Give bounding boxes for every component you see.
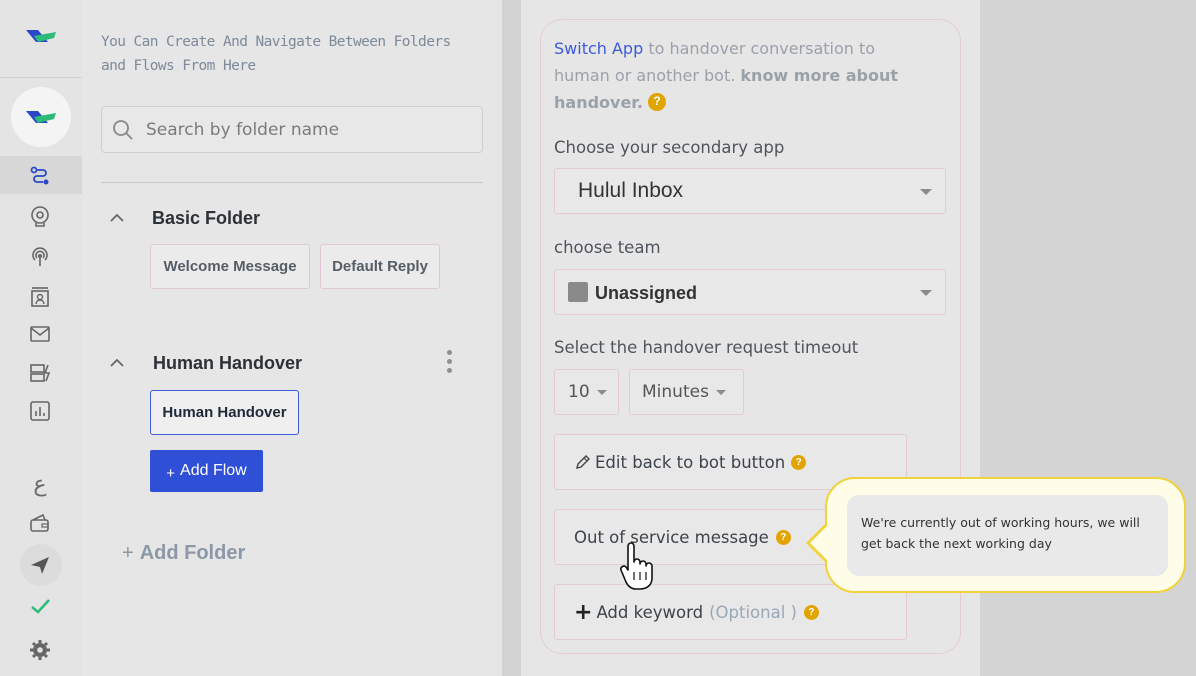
check-icon[interactable] [26, 592, 54, 620]
help-icon[interactable]: ? [803, 604, 819, 620]
secondary-app-select[interactable]: Hulul Inbox [554, 168, 946, 214]
team-select[interactable]: Unassigned [554, 269, 946, 315]
help-icon[interactable]: ? [648, 92, 667, 111]
secondary-app-value: Hulul Inbox [578, 179, 684, 202]
out-of-service-label: Out of service message [574, 527, 769, 547]
flow-welcome-message[interactable]: Welcome Message [150, 244, 310, 289]
out-of-service-tooltip: We're currently out of working hours, we… [825, 477, 1186, 593]
settings-icon[interactable] [26, 636, 54, 664]
chevron-up-icon[interactable] [107, 208, 127, 228]
team-label: choose team [554, 238, 661, 257]
pencil-icon [576, 455, 590, 469]
add-flow-button[interactable]: + Add Flow [150, 450, 263, 492]
add-keyword-optional: (Optional ) [709, 602, 797, 622]
timeout-value-select[interactable]: 10 [554, 369, 619, 415]
team-color-swatch [568, 282, 588, 302]
wallet-icon[interactable] [26, 509, 54, 537]
language-icon[interactable]: ع [26, 470, 54, 498]
dropdown-caret-icon [920, 189, 932, 195]
flow-human-handover[interactable]: Human Handover [150, 390, 299, 435]
plus-icon: + [166, 464, 176, 482]
folders-panel: You Can Create And Navigate Between Fold… [82, 0, 502, 676]
dropdown-caret-icon [920, 290, 932, 296]
secondary-app-label: Choose your secondary app [554, 138, 785, 157]
kebab-menu-icon[interactable] [444, 350, 454, 378]
flows-icon[interactable] [26, 162, 54, 190]
folder-search-box[interactable] [101, 106, 483, 153]
inbox-icon[interactable] [26, 320, 54, 348]
dropdown-caret-icon [715, 389, 726, 395]
timeout-unit: Minutes [642, 382, 709, 402]
edit-back-label: Edit back to bot button [595, 452, 786, 472]
team-value: Unassigned [595, 283, 698, 303]
add-flow-label: Add Flow [180, 462, 247, 479]
left-rail: ع [0, 0, 82, 676]
timeout-unit-select[interactable]: Minutes [629, 369, 744, 415]
add-folder-label: Add Folder [139, 542, 246, 564]
chevron-up-icon[interactable] [107, 353, 127, 373]
ai-brain-icon[interactable] [26, 202, 54, 230]
timeout-label: Select the handover request timeout [554, 338, 859, 357]
handover-description: Switch App to handover conversation to h… [554, 35, 934, 116]
folders-divider [101, 182, 483, 183]
flow-default-reply[interactable]: Default Reply [320, 244, 440, 289]
tooltip-arrow-fill [810, 524, 829, 562]
help-icon[interactable]: ? [791, 454, 807, 470]
folders-intro-text: You Can Create And Navigate Between Fold… [101, 34, 451, 74]
search-icon [112, 119, 134, 146]
tooltip-text: We're currently out of working hours, we… [847, 495, 1168, 576]
broadcast-icon[interactable] [26, 243, 54, 271]
dropdown-caret-icon [596, 389, 607, 395]
add-keyword-label: Add keyword [596, 602, 704, 622]
panel-gap [502, 0, 521, 676]
folder-title-human-handover[interactable]: Human Handover [153, 353, 302, 374]
folder-title-basic[interactable]: Basic Folder [152, 208, 260, 229]
contacts-icon[interactable] [26, 283, 54, 311]
integrations-icon[interactable] [26, 359, 54, 387]
help-icon[interactable]: ? [775, 529, 791, 545]
timeout-value: 10 [568, 382, 590, 402]
rail-logo-area [0, 0, 82, 78]
analytics-icon[interactable] [26, 397, 54, 425]
folder-search-input[interactable] [146, 118, 466, 142]
plus-icon: + [574, 599, 593, 625]
hand-cursor-icon [620, 542, 653, 590]
plus-icon: + [122, 542, 134, 564]
send-icon[interactable] [26, 551, 54, 579]
bot-avatar-icon[interactable] [11, 87, 71, 147]
switch-app-link[interactable]: Switch App [554, 39, 643, 58]
add-folder-button[interactable]: + Add Folder [122, 542, 245, 565]
logo-icon[interactable] [24, 26, 58, 46]
